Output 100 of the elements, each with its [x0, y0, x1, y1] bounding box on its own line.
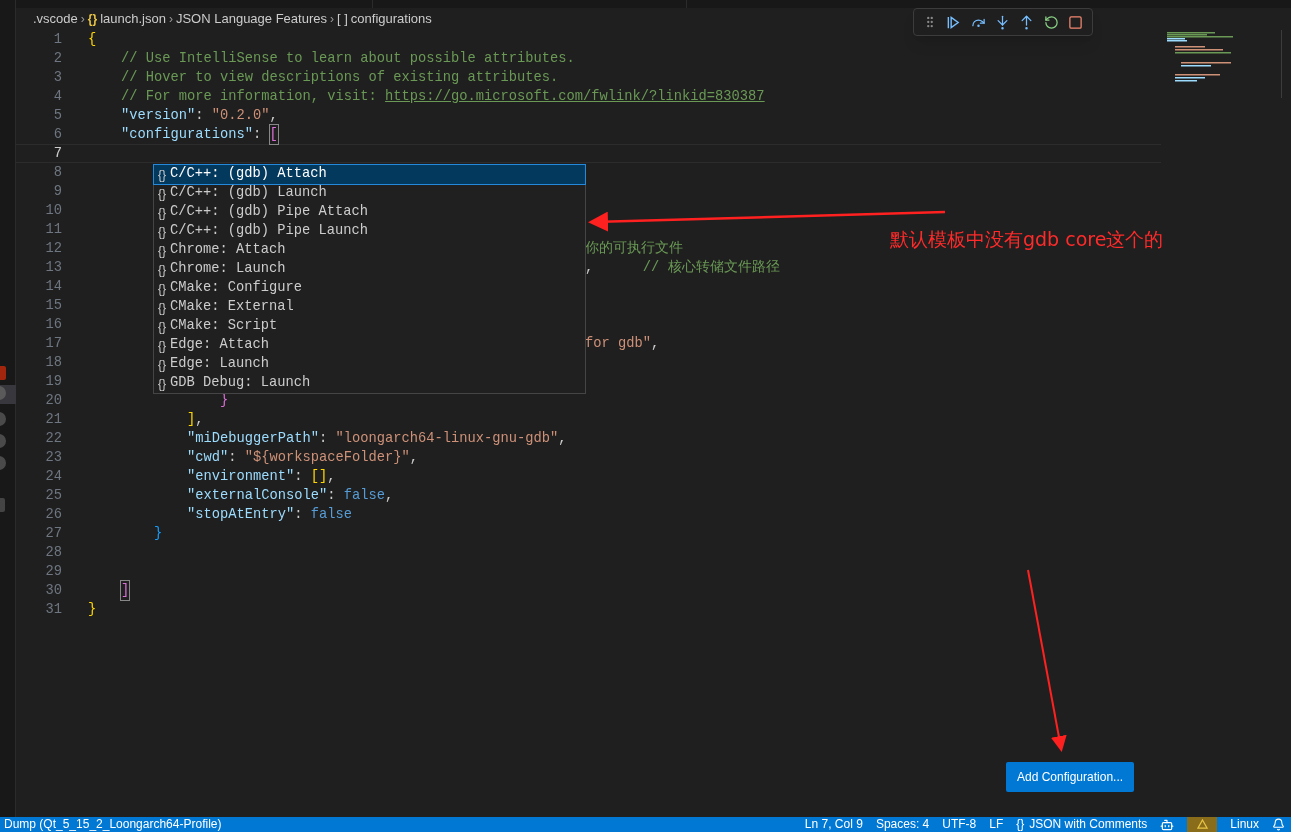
- code-token: "externalConsole": [186, 487, 328, 505]
- add-configuration-button[interactable]: Add Configuration...: [1006, 762, 1135, 792]
- suggestion-label: GDB Debug: Launch: [170, 374, 311, 393]
- suggestion-label: CMake: External: [170, 298, 294, 317]
- code-token: {: [88, 31, 97, 49]
- line-number: 27: [44, 525, 62, 543]
- extension-status-icon[interactable]: [1187, 817, 1218, 832]
- chevron-icon: ›: [330, 10, 334, 28]
- code-token: :: [327, 487, 337, 505]
- braces-icon: {}: [158, 241, 166, 260]
- braces-icon: {}: [87, 10, 98, 28]
- suggestion-item[interactable]: {} CMake: Script: [154, 317, 585, 336]
- suggestion-item[interactable]: {} C/C++: (gdb) Pipe Attach: [154, 203, 585, 222]
- suggestion-label: Chrome: Launch: [170, 260, 286, 279]
- notifications-icon[interactable]: [1272, 818, 1285, 831]
- braces-icon: {}: [158, 203, 166, 222]
- code-token: "${workspaceFolder}": [244, 449, 410, 467]
- suggestion-label: Edge: Launch: [170, 355, 270, 374]
- code-token: "cwd": [186, 449, 229, 467]
- braces-icon: {}: [158, 298, 166, 317]
- line-number: 24: [44, 468, 62, 486]
- continue-icon[interactable]: [946, 14, 962, 30]
- braces-icon: {}: [158, 260, 166, 279]
- line-number: 25: [44, 487, 62, 505]
- language-mode[interactable]: JSON with Comments: [1029, 817, 1148, 832]
- suggestion-item[interactable]: {} C/C++: (gdb) Attach: [154, 165, 585, 184]
- suggestion-item[interactable]: {} C/C++: (gdb) Launch: [154, 184, 585, 203]
- indentation[interactable]: Spaces: 4: [875, 817, 930, 832]
- notification-badge: [0, 366, 6, 380]
- code-token: ,: [558, 430, 567, 448]
- suggestion-label: CMake: Script: [170, 317, 278, 336]
- line-ending[interactable]: LF: [989, 817, 1004, 832]
- suggestion-label: C/C++: (gdb) Pipe Attach: [170, 203, 369, 222]
- robot-icon[interactable]: [1160, 817, 1175, 832]
- code-token: :: [294, 506, 304, 524]
- encoding[interactable]: UTF-8: [942, 817, 977, 832]
- breadcrumb-item[interactable]: configurations: [350, 9, 432, 29]
- braces-icon: {}: [158, 165, 166, 184]
- code-token: :: [195, 107, 205, 125]
- line-number: 26: [44, 506, 62, 524]
- code-token: ,: [385, 487, 394, 505]
- line-number: 15: [44, 297, 62, 315]
- breadcrumb-item[interactable]: JSON Language Features: [175, 9, 327, 29]
- suggestion-label: Chrome: Attach: [170, 241, 286, 260]
- restart-icon[interactable]: [1043, 14, 1059, 30]
- platform[interactable]: Linux: [1230, 817, 1259, 832]
- code-token: ,: [409, 449, 419, 467]
- line-number: 19: [44, 373, 62, 391]
- breadcrumb-item[interactable]: .vscode: [33, 9, 78, 29]
- suggestion-item[interactable]: {} CMake: External: [154, 298, 585, 317]
- link[interactable]: https://go.microsoft.com/fwlink/?linkid=830387: [385, 87, 765, 106]
- breadcrumb-item[interactable]: launch.json: [100, 9, 166, 29]
- line-number: 7: [52, 145, 62, 163]
- line-number: 30: [44, 582, 62, 600]
- code-token: ,: [327, 468, 336, 486]
- bracket-token: [: [269, 125, 278, 144]
- badge-icon: [0, 498, 5, 512]
- line-number: 5: [52, 107, 62, 125]
- suggestion-item[interactable]: {} C/C++: (gdb) Pipe Launch: [154, 222, 585, 241]
- cursor-position[interactable]: Ln 7, Col 9: [804, 817, 863, 832]
- suggestion-label: CMake: Configure: [170, 279, 303, 298]
- line-number: 11: [44, 221, 62, 239]
- suggestion-item[interactable]: {} Edge: Attach: [154, 336, 585, 355]
- line-number: 16: [44, 316, 62, 334]
- line-number: 13: [44, 259, 62, 277]
- suggestion-label: C/C++: (gdb) Launch: [170, 184, 327, 203]
- annotation-text: 默认模板中没有gdb core这个的: [890, 227, 1164, 252]
- line-number: 1: [52, 31, 62, 49]
- code-token: "0.2.0": [211, 107, 270, 125]
- stop-icon[interactable]: [1068, 14, 1084, 30]
- braces-icon: {}: [158, 374, 166, 393]
- braces-icon: {}: [158, 336, 166, 355]
- braces-icon: {}: [158, 184, 166, 203]
- line-number: 14: [44, 278, 62, 296]
- code-token: }: [88, 601, 97, 619]
- code-token: "configurations": [120, 126, 254, 144]
- suggestion-label: C/C++: (gdb) Attach: [170, 165, 327, 184]
- suggestion-item[interactable]: {} CMake: Configure: [154, 279, 585, 298]
- code-token: "loongarch64-linux-gnu-gdb": [335, 430, 559, 448]
- code-token: // 核心转储文件路径: [641, 258, 780, 277]
- line-number: 6: [52, 126, 62, 144]
- suggestion-item[interactable]: {} Chrome: Attach: [154, 241, 585, 260]
- line-number: 9: [52, 183, 62, 201]
- line-number: 20: [44, 392, 62, 410]
- line-number: 2: [52, 50, 62, 68]
- suggestion-item[interactable]: {} Chrome: Launch: [154, 260, 585, 279]
- suggestion-item[interactable]: {} GDB Debug: Launch: [154, 374, 585, 393]
- code-token: :: [228, 449, 238, 467]
- status-item[interactable]: Dump (Qt_5_15_2_Loongarch64-Profile): [4, 817, 222, 832]
- code-token: "environment": [186, 468, 295, 486]
- line-number: 31: [44, 601, 62, 619]
- code-token: "version": [120, 107, 196, 125]
- code-token: []: [310, 468, 328, 486]
- step-into-icon[interactable]: [994, 14, 1010, 30]
- code-token: for gdb": [585, 335, 651, 353]
- braces-icon: {}: [1016, 817, 1025, 832]
- code-token: :: [253, 126, 263, 144]
- suggestion-item[interactable]: {} Edge: Launch: [154, 355, 585, 374]
- code-token: "miDebuggerPath": [186, 430, 320, 448]
- suggestion-label: Edge: Attach: [170, 336, 270, 355]
